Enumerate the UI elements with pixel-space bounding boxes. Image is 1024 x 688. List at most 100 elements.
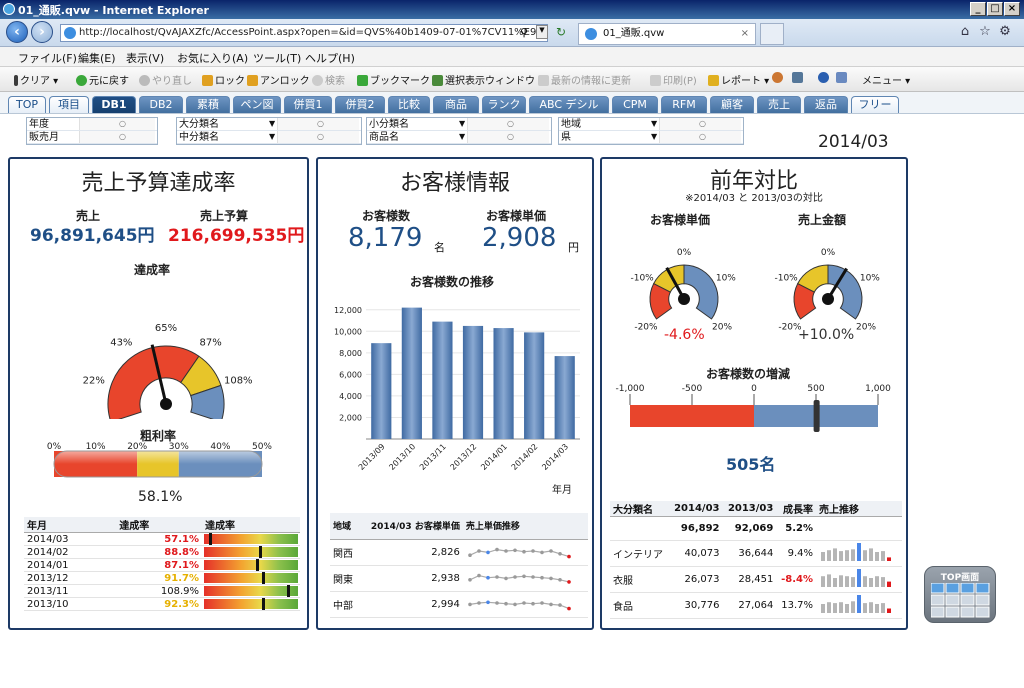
context-help-icon[interactable]: [836, 72, 849, 84]
table-row[interactable]: 2014/01 87.1%: [24, 558, 300, 572]
redo-button[interactable]: やり直し: [139, 72, 192, 87]
listbox-field[interactable]: 年度 ○: [27, 118, 157, 131]
sheet-tab-13[interactable]: RFM: [661, 96, 707, 113]
sheet-tab-9[interactable]: 商品: [433, 96, 479, 113]
sheet-tab-2[interactable]: DB1: [92, 96, 136, 113]
sheet-tab-3[interactable]: DB2: [139, 96, 183, 113]
dropdown-arrow-icon[interactable]: ▼: [651, 130, 657, 143]
search-button[interactable]: 検索: [312, 72, 345, 87]
bar-2014/01[interactable]: [493, 328, 514, 439]
browser-tab[interactable]: 01_通販.qvw ×: [578, 23, 756, 45]
table-row[interactable]: 2013/11 108.9%: [24, 584, 300, 598]
listbox-field[interactable]: 商品名 ▼ ○: [367, 131, 551, 144]
favorites-icon[interactable]: ☆: [978, 25, 992, 39]
bookmark-button[interactable]: ブックマーク ▾: [357, 72, 438, 87]
table-header[interactable]: 成長率: [776, 501, 817, 517]
undo-button[interactable]: 元に戻す: [76, 72, 129, 87]
bar-2013/11[interactable]: [432, 321, 453, 439]
minimize-button[interactable]: _: [970, 2, 986, 16]
search-icon[interactable]: ⚲: [520, 26, 528, 39]
forward-button[interactable]: ›: [31, 21, 53, 43]
menu-edit[interactable]: 編集(E): [78, 50, 116, 66]
close-window-button[interactable]: ×: [1004, 2, 1020, 16]
sheet-tab-16[interactable]: 返品: [804, 96, 848, 113]
settings-gear-icon[interactable]: ⚙: [998, 25, 1012, 39]
table-row[interactable]: 関東 2,938: [330, 565, 588, 592]
table-row[interactable]: 2014/03 57.1%: [24, 532, 300, 546]
bar-2014/03[interactable]: [554, 356, 575, 439]
sheet-tab-5[interactable]: ペン図: [233, 96, 281, 113]
table-row[interactable]: 2013/10 92.3%: [24, 597, 300, 611]
report-button[interactable]: レポート ▾: [708, 72, 769, 87]
listbox-value[interactable]: [79, 131, 155, 143]
sheet-tab-10[interactable]: ランク: [482, 96, 526, 113]
table-row[interactable]: インテリア 40,073 36,644 9.4%: [610, 540, 902, 567]
table-header[interactable]: 地域: [330, 513, 359, 540]
table-header[interactable]: 大分類名: [610, 501, 669, 517]
menu-file[interactable]: ファイル(F): [18, 50, 77, 66]
menu-help[interactable]: ヘルプ(H): [305, 50, 355, 66]
unlock-button[interactable]: アンロック: [247, 72, 310, 87]
address-input[interactable]: http://localhost/QvAJAXZfc/AccessPoint.a…: [60, 24, 548, 42]
table-row[interactable]: 2014/02 88.8%: [24, 545, 300, 559]
clear-button[interactable]: クリア ▾: [14, 72, 58, 87]
bar-2013/09[interactable]: [371, 343, 392, 439]
print-button[interactable]: 印刷(P): [650, 72, 697, 87]
table-header[interactable]: 年月: [24, 517, 117, 533]
sheet-tab-0[interactable]: TOP: [8, 96, 46, 113]
table-header[interactable]: 2014/03: [668, 501, 723, 517]
bar-2013/12[interactable]: [462, 325, 484, 439]
sheet-tab-15[interactable]: 売上: [757, 96, 801, 113]
maximize-button[interactable]: □: [987, 2, 1003, 16]
new-tab-button[interactable]: [760, 23, 784, 45]
dropdown-arrow-icon[interactable]: ▼: [269, 130, 275, 143]
dropdown-arrow-icon[interactable]: ▼: [459, 130, 465, 143]
table-row[interactable]: 食品 30,776 27,064 13.7%: [610, 592, 902, 619]
listbox-value[interactable]: [79, 118, 155, 130]
dropdown-arrow-icon[interactable]: ▼: [269, 117, 275, 130]
table-header[interactable]: 2014/03 お客様単価: [358, 513, 463, 540]
listbox-field[interactable]: 県 ▼ ○: [559, 131, 743, 144]
table-row[interactable]: 衣服 26,073 28,451 -8.4%: [610, 566, 902, 593]
sheet-tab-4[interactable]: 累積: [186, 96, 230, 113]
refresh-icon[interactable]: ↻: [556, 25, 566, 39]
table-row[interactable]: 中部 2,994: [330, 591, 588, 618]
refresh-data-button[interactable]: 最新の情報に更新: [538, 72, 631, 87]
yoy-gauges: -20%-10%0%10%20% -20%-10%0%10%20%: [630, 248, 880, 333]
address-dropdown[interactable]: ▼: [536, 25, 548, 39]
sheet-tab-11[interactable]: ABC デシル: [529, 96, 609, 113]
bar-2013/10[interactable]: [401, 307, 422, 439]
lock-button[interactable]: ロック: [202, 72, 245, 87]
sheet-tab-7[interactable]: 併買2: [335, 96, 385, 113]
sheet-tab-6[interactable]: 併買1: [284, 96, 332, 113]
dropdown-arrow-icon[interactable]: ▼: [459, 117, 465, 130]
top-screen-button[interactable]: TOP画面: [924, 566, 996, 623]
listbox-field[interactable]: 中分類名 ▼ ○: [177, 131, 361, 144]
table-header[interactable]: 達成率: [116, 517, 202, 533]
selection-window-button[interactable]: 選択表示ウィンドウ: [432, 72, 535, 87]
table-header[interactable]: 売上推移: [816, 501, 902, 517]
sheet-tab-1[interactable]: 項目: [49, 96, 89, 113]
edit-icon[interactable]: [792, 72, 805, 84]
sheet-tab-12[interactable]: CPM: [612, 96, 658, 113]
close-tab-icon[interactable]: ×: [741, 24, 749, 44]
home-icon[interactable]: ⌂: [958, 25, 972, 39]
sheet-tab-8[interactable]: 比較: [388, 96, 430, 113]
table-row[interactable]: 関西 2,826: [330, 539, 588, 566]
table-header[interactable]: 売上単価推移: [462, 513, 588, 540]
menu-view[interactable]: 表示(V): [126, 50, 164, 66]
table-header[interactable]: 達成率: [202, 517, 300, 533]
back-button[interactable]: ‹: [6, 21, 28, 43]
sheet-tab-14[interactable]: 顧客: [710, 96, 754, 113]
menu-tools[interactable]: ツール(T): [253, 50, 301, 66]
dropdown-arrow-icon[interactable]: ▼: [651, 117, 657, 130]
users-icon[interactable]: [772, 72, 785, 84]
menu-favorites[interactable]: お気に入り(A): [177, 50, 248, 66]
menu-button[interactable]: メニュー ▾: [862, 72, 910, 87]
help-icon[interactable]: [818, 72, 831, 84]
table-header[interactable]: 2013/03: [722, 501, 777, 517]
table-row[interactable]: 2013/12 91.7%: [24, 571, 300, 585]
listbox-field[interactable]: 販売月 ○: [27, 131, 157, 144]
sheet-tab-17[interactable]: フリー: [851, 96, 899, 113]
bar-2014/02[interactable]: [524, 332, 545, 439]
